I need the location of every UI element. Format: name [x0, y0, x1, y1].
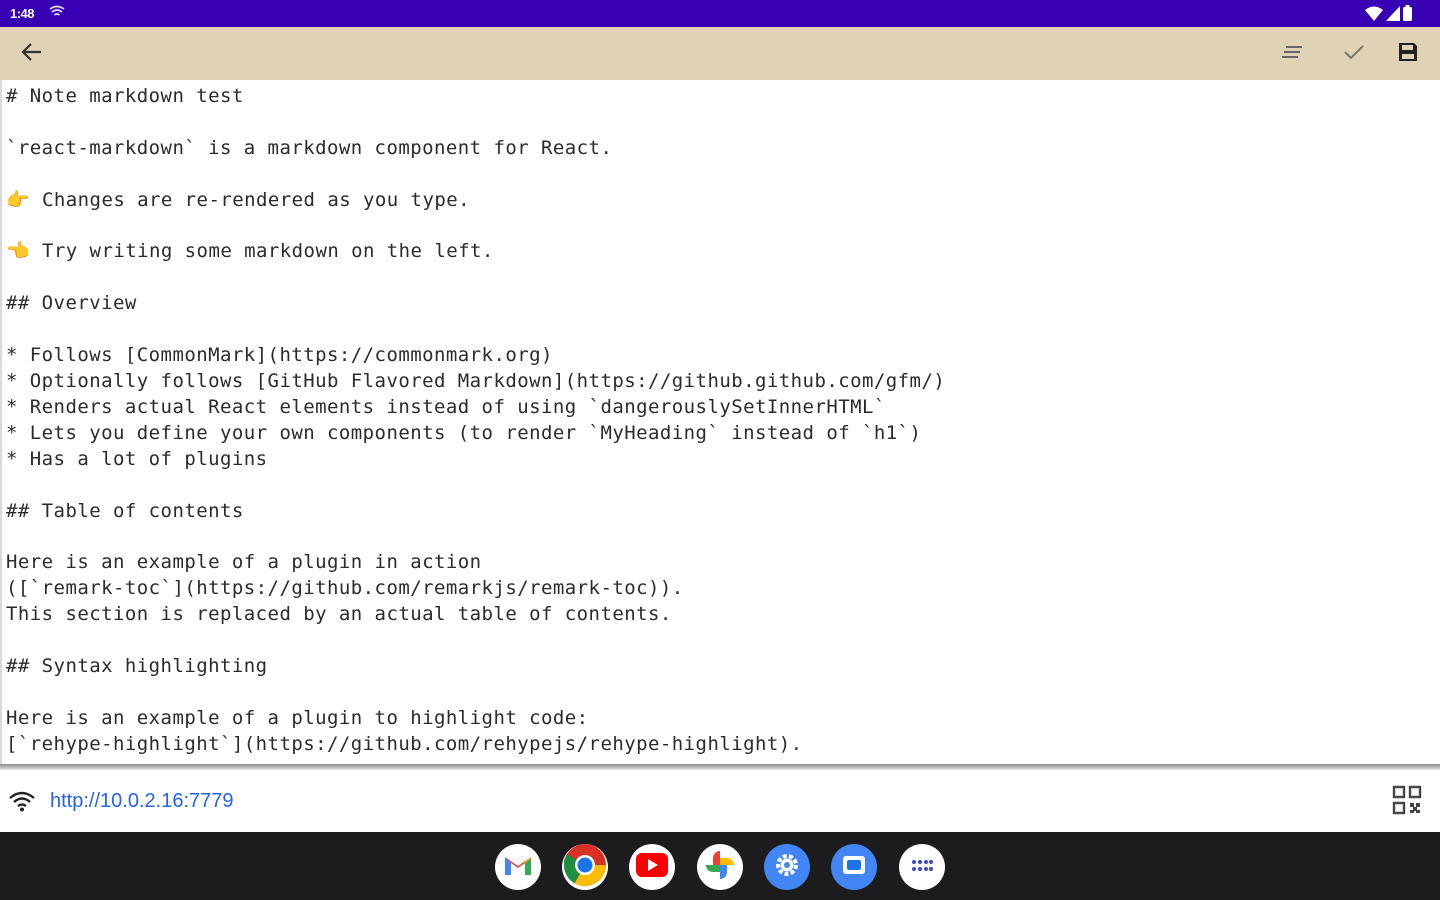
youtube-icon	[636, 853, 668, 881]
save-icon	[1398, 42, 1418, 66]
check-icon	[1343, 44, 1365, 64]
qr-code-button[interactable]	[1392, 785, 1426, 819]
chrome-app[interactable]	[562, 844, 608, 890]
status-icons	[1365, 5, 1412, 21]
app-drawer-icon	[911, 858, 933, 877]
gmail-app[interactable]	[495, 844, 541, 890]
format-button[interactable]	[1268, 27, 1316, 80]
status-time: 1:48	[10, 6, 35, 21]
files-app[interactable]	[831, 844, 877, 890]
wifi-signal-icon	[1365, 6, 1383, 21]
status-bar: 1:48	[0, 0, 1440, 27]
save-button[interactable]	[1384, 27, 1432, 80]
markdown-editor[interactable]: # Note markdown test `react-markdown` is…	[0, 80, 1440, 764]
cellular-signal-icon	[1386, 5, 1400, 21]
photos-icon	[703, 848, 737, 886]
files-icon	[841, 853, 867, 881]
format-list-icon	[1281, 44, 1303, 64]
chrome-icon	[562, 842, 608, 892]
settings-icon	[773, 851, 801, 883]
battery-icon	[1403, 5, 1412, 21]
back-arrow-icon	[21, 42, 43, 66]
done-button[interactable]	[1330, 27, 1378, 80]
app-drawer[interactable]	[899, 844, 945, 890]
editor-text[interactable]: # Note markdown test `react-markdown` is…	[6, 84, 945, 758]
top-app-bar	[0, 27, 1440, 80]
gmail-icon	[503, 853, 533, 881]
wifi-icon	[8, 790, 36, 816]
cast-icon	[48, 5, 66, 21]
youtube-app[interactable]	[629, 844, 675, 890]
server-url-link[interactable]: http://10.0.2.16:7779	[50, 790, 234, 813]
settings-app[interactable]	[764, 844, 810, 890]
photos-app[interactable]	[697, 844, 743, 890]
qr-code-icon	[1392, 785, 1422, 819]
back-button[interactable]	[8, 27, 56, 80]
